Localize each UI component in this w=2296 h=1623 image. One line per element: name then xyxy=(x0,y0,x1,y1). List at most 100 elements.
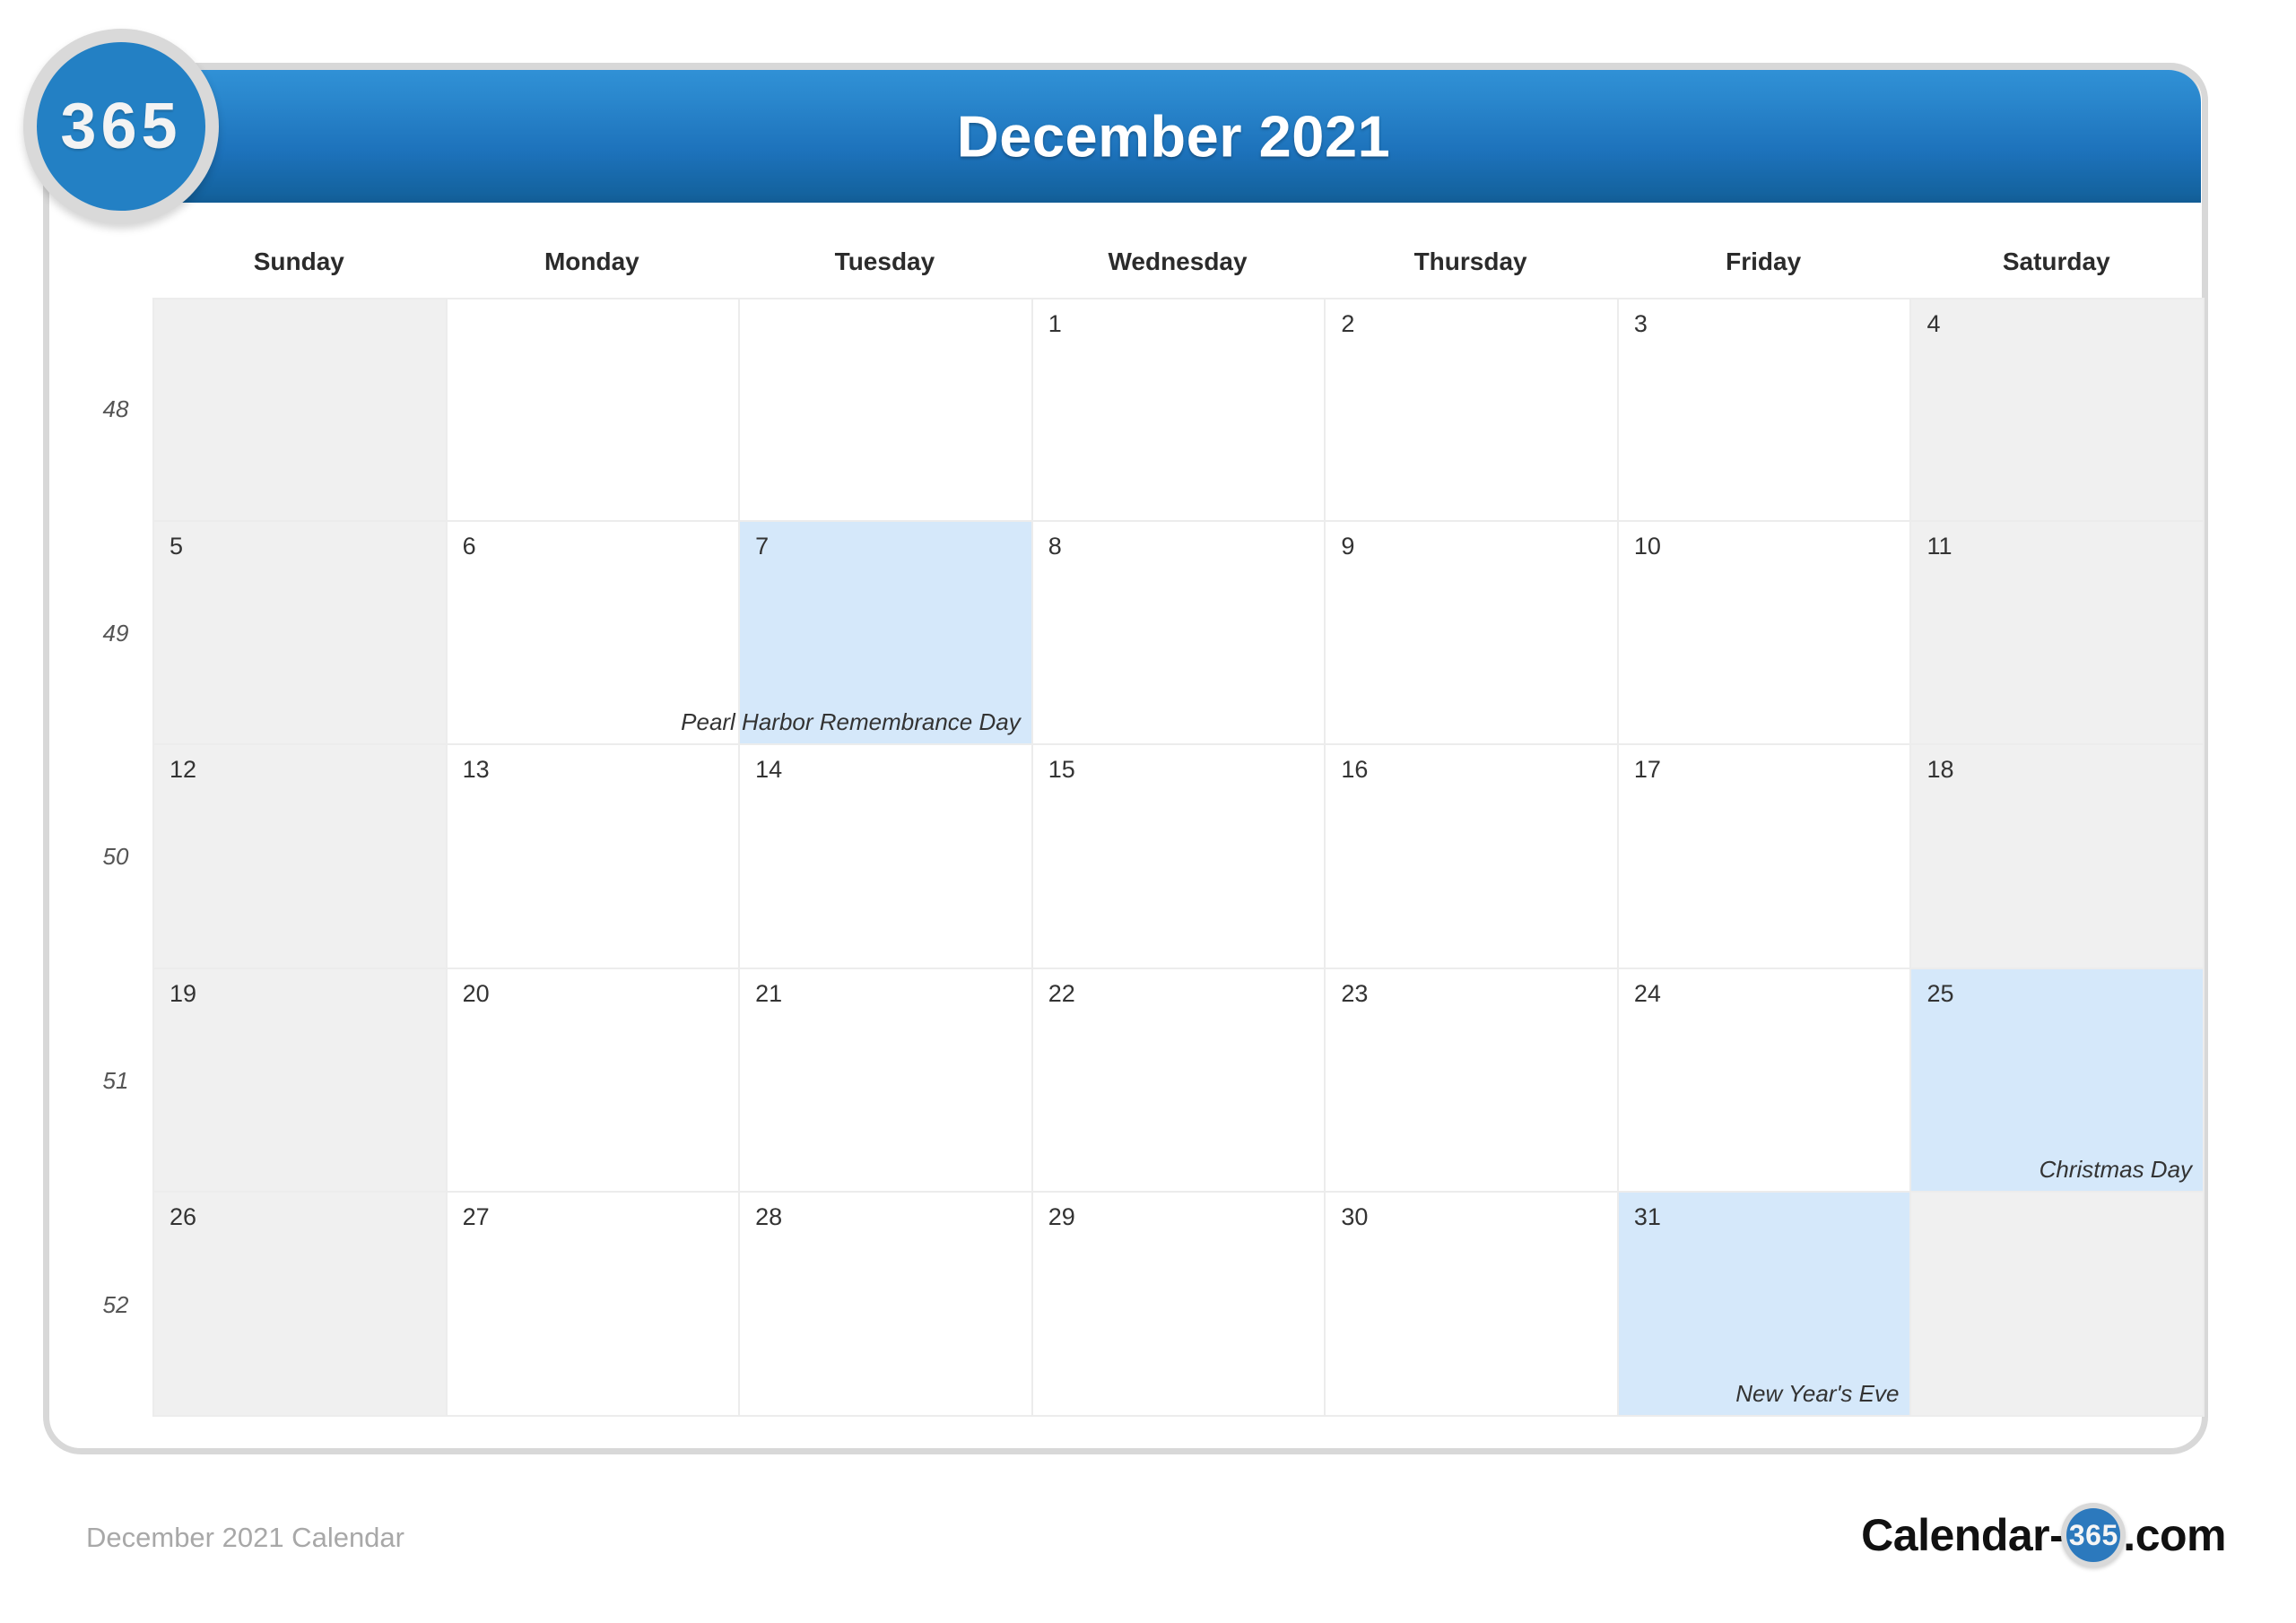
page-title: December 2021 xyxy=(956,103,1391,169)
day-cell-26[interactable]: 26 xyxy=(152,1193,448,1417)
day-cell-empty xyxy=(152,298,448,522)
day-cell-empty xyxy=(740,298,1033,522)
day-number: 17 xyxy=(1633,756,1661,784)
day-number: 22 xyxy=(1048,979,1075,1007)
day-number: 16 xyxy=(1341,756,1369,784)
calendar365-logo[interactable]: Calendar- 365 .com xyxy=(1861,1503,2226,1567)
logo-365-circle-icon: 365 xyxy=(2061,1503,2126,1567)
holiday-label: New Year's Eve xyxy=(1735,1379,1900,1407)
day-cell-14[interactable]: 14 xyxy=(740,745,1033,969)
day-number: 18 xyxy=(1926,756,1954,784)
day-number: 14 xyxy=(755,756,783,784)
day-number: 24 xyxy=(1633,979,1661,1007)
week-number: 52 xyxy=(102,1290,129,1318)
weekday-header-row: Sunday Monday Tuesday Wednesday Thursday Frid… xyxy=(152,247,2203,297)
day-cell-2[interactable]: 2 xyxy=(1326,298,1619,522)
day-cell-17[interactable]: 17 xyxy=(1618,745,1912,969)
day-number: 7 xyxy=(755,532,770,560)
day-cell-29[interactable]: 29 xyxy=(1032,1193,1326,1417)
day-cell-10[interactable]: 10 xyxy=(1618,521,1912,746)
day-cell-3[interactable]: 3 xyxy=(1618,298,1912,522)
week-number-column: 48 49 50 51 52 xyxy=(79,298,152,1417)
holiday-label: Christmas Day xyxy=(2039,1156,2193,1184)
day-number: 31 xyxy=(1633,1203,1661,1231)
week-number: 51 xyxy=(102,1067,129,1095)
weekday-header-saturday: Saturday xyxy=(2002,247,2110,275)
day-number: 5 xyxy=(170,532,184,560)
calendar-week-row: 19 20 21 22 23 24 25 Christmas Day xyxy=(152,968,2205,1193)
logo-365-label: 365 xyxy=(2068,1518,2118,1551)
day-number: 26 xyxy=(170,1203,197,1231)
logo-prefix-text: Calendar- xyxy=(1861,1510,2065,1560)
day-cell-empty xyxy=(447,298,741,522)
footer-caption: December 2021 Calendar xyxy=(86,1522,404,1553)
day-cell-24[interactable]: 24 xyxy=(1618,968,1912,1193)
day-number: 4 xyxy=(1926,310,1941,337)
calendar-grid: 1 2 3 4 5 6 7 Pearl Harbor Remembrance Day 8 9 10 1… xyxy=(152,298,2205,1417)
weekday-header-wednesday: Wednesday xyxy=(1108,247,1248,275)
day-cell-9[interactable]: 9 xyxy=(1326,521,1619,746)
weekday-header-thursday: Thursday xyxy=(1413,247,1527,275)
day-number: 19 xyxy=(170,979,197,1007)
day-cell-25[interactable]: 25 Christmas Day xyxy=(1911,968,2205,1193)
day-number: 20 xyxy=(462,979,490,1007)
day-cell-30[interactable]: 30 xyxy=(1326,1193,1619,1417)
brand-365-badge-inner: 365 xyxy=(37,42,205,211)
holiday-label: Pearl Harbor Remembrance Day xyxy=(681,708,1021,736)
day-cell-11[interactable]: 11 xyxy=(1911,521,2205,746)
day-cell-8[interactable]: 8 xyxy=(1032,521,1326,746)
calendar-week-row: 5 6 7 Pearl Harbor Remembrance Day 8 9 10 11 xyxy=(152,521,2205,746)
day-number: 11 xyxy=(1926,532,1952,560)
day-number: 1 xyxy=(1048,310,1062,337)
week-number: 48 xyxy=(102,395,129,423)
day-cell-15[interactable]: 15 xyxy=(1032,745,1326,969)
day-number: 12 xyxy=(170,756,197,784)
day-cell-5[interactable]: 5 xyxy=(152,521,448,746)
day-cell-31[interactable]: 31 New Year's Eve xyxy=(1618,1193,1912,1417)
day-number: 30 xyxy=(1341,1203,1369,1231)
day-number: 25 xyxy=(1926,979,1954,1007)
day-cell-27[interactable]: 27 xyxy=(447,1193,741,1417)
calendar-week-row: 26 27 28 29 30 31 New Year's Eve xyxy=(152,1193,2205,1417)
day-cell-22[interactable]: 22 xyxy=(1032,968,1326,1193)
day-cell-20[interactable]: 20 xyxy=(447,968,741,1193)
day-cell-4[interactable]: 4 xyxy=(1911,298,2205,522)
calendar-week-row: 1 2 3 4 xyxy=(152,298,2205,522)
day-cell-18[interactable]: 18 xyxy=(1911,745,2205,969)
day-number: 3 xyxy=(1633,310,1648,337)
day-number: 8 xyxy=(1048,532,1062,560)
day-number: 6 xyxy=(462,532,476,560)
week-number: 50 xyxy=(102,843,129,871)
day-number: 10 xyxy=(1633,532,1661,560)
logo-365-circle-inner: 365 xyxy=(2066,1508,2121,1562)
weekday-header-friday: Friday xyxy=(1726,247,1802,275)
day-cell-28[interactable]: 28 xyxy=(740,1193,1033,1417)
day-cell-7[interactable]: 7 Pearl Harbor Remembrance Day xyxy=(681,521,1033,746)
weekday-header-sunday: Sunday xyxy=(253,247,344,275)
calendar-grid-wrapper: 3 6 5 1234567Pearl Harbor Remembrance Day8… xyxy=(152,298,2205,1417)
day-cell-23[interactable]: 23 xyxy=(1326,968,1619,1193)
day-number: 9 xyxy=(1341,532,1355,560)
day-number: 29 xyxy=(1048,1203,1075,1231)
day-cell-1[interactable]: 1 xyxy=(1032,298,1326,522)
day-number: 13 xyxy=(462,756,490,784)
brand-365-badge-label: 365 xyxy=(60,91,182,162)
day-number: 15 xyxy=(1048,756,1075,784)
day-cell-empty xyxy=(1911,1193,2205,1417)
day-cell-12[interactable]: 12 xyxy=(152,745,448,969)
calendar-page: December 2021 365 Sunday Monday Tuesday Wed… xyxy=(0,0,2296,1623)
day-number: 28 xyxy=(755,1203,783,1231)
day-cell-19[interactable]: 19 xyxy=(152,968,448,1193)
week-number: 49 xyxy=(102,619,129,647)
day-cell-21[interactable]: 21 xyxy=(740,968,1033,1193)
day-number: 23 xyxy=(1341,979,1369,1007)
day-number: 21 xyxy=(755,979,783,1007)
day-number: 27 xyxy=(462,1203,490,1231)
calendar-week-row: 12 13 14 15 16 17 18 xyxy=(152,745,2205,969)
day-cell-13[interactable]: 13 xyxy=(447,745,741,969)
logo-suffix-text: .com xyxy=(2123,1510,2226,1560)
day-cell-16[interactable]: 16 xyxy=(1326,745,1619,969)
brand-365-badge: 365 xyxy=(23,29,219,224)
weekday-header-tuesday: Tuesday xyxy=(834,247,935,275)
day-number: 2 xyxy=(1341,310,1355,337)
